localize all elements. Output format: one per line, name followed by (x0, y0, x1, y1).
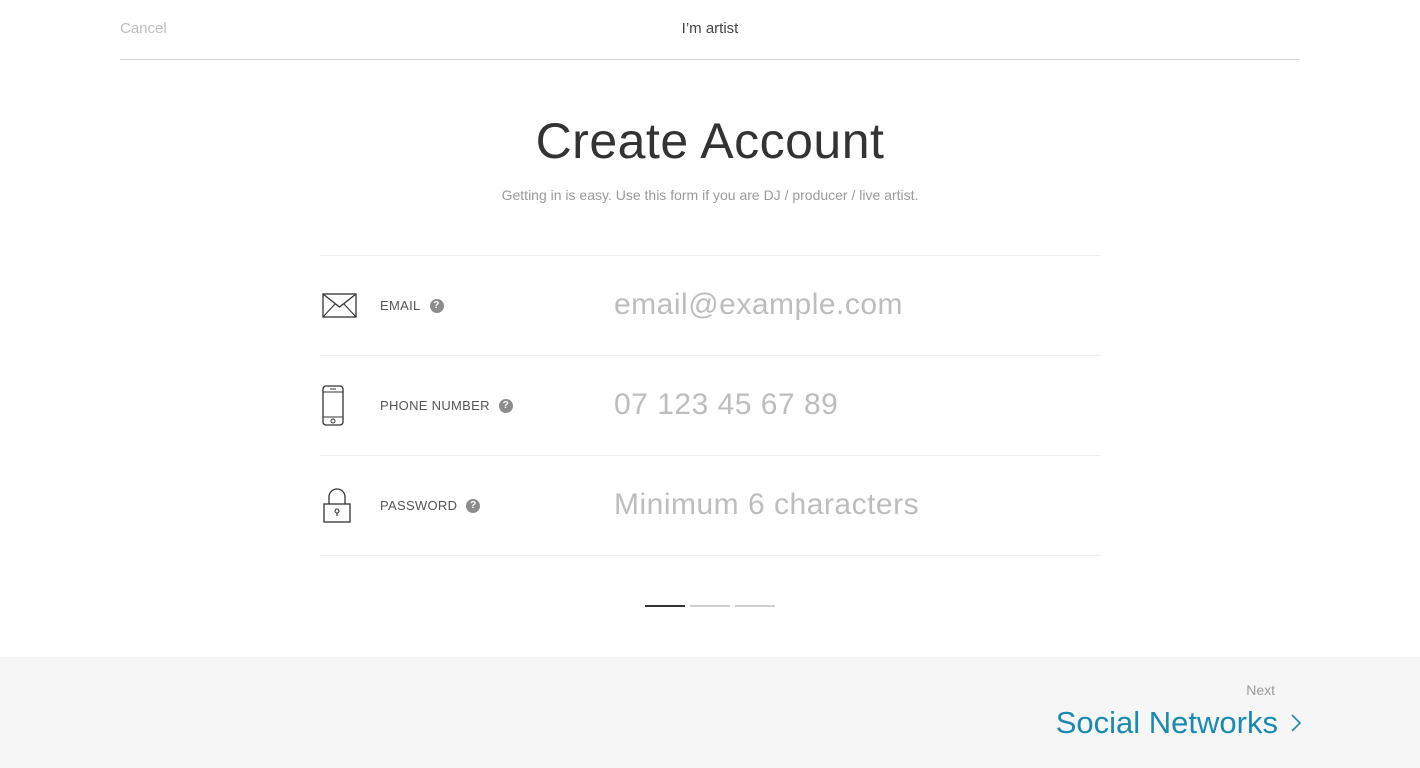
password-label: PASSWORD ? (380, 498, 481, 513)
phone-label-text: PHONE NUMBER (380, 398, 490, 413)
password-label-text: PASSWORD (380, 498, 458, 513)
chevron-right-icon (1290, 712, 1302, 734)
smartphone-icon (322, 385, 362, 426)
page-title: Create Account (535, 113, 885, 169)
password-row: PASSWORD ? (320, 456, 1100, 556)
padlock-icon (322, 486, 362, 526)
step-3-indicator (735, 605, 775, 607)
email-row: EMAIL ? (320, 256, 1100, 356)
password-field[interactable] (614, 483, 1084, 527)
email-label-text: EMAIL (380, 298, 421, 313)
step-indicator (645, 605, 780, 607)
next-button[interactable]: Social Networks (1056, 705, 1302, 741)
top-bar-title: I’m artist (681, 20, 739, 37)
next-caption: Next (1246, 682, 1275, 698)
password-help-icon[interactable]: ? (466, 498, 481, 513)
phone-row: PHONE NUMBER ? (320, 356, 1100, 456)
step-2-indicator (690, 605, 730, 607)
create-account-page: Cancel I’m artist Create Account Getting… (0, 0, 1420, 768)
phone-label: PHONE NUMBER ? (380, 398, 513, 413)
next-button-label: Social Networks (1055, 705, 1278, 740)
step-1-indicator (645, 605, 685, 607)
envelope-icon (322, 286, 362, 326)
footer: Next Social Networks (0, 657, 1420, 768)
email-help-icon[interactable]: ? (429, 298, 444, 313)
phone-help-icon[interactable]: ? (498, 398, 513, 413)
top-bar: Cancel I’m artist (120, 0, 1300, 60)
phone-field[interactable] (614, 383, 1084, 427)
email-field[interactable] (614, 283, 1084, 327)
page-subtitle: Getting in is easy. Use this form if you… (501, 187, 919, 203)
email-label: EMAIL ? (380, 298, 444, 313)
signup-form: EMAIL ? PHONE NUMBER ? (320, 255, 1100, 556)
